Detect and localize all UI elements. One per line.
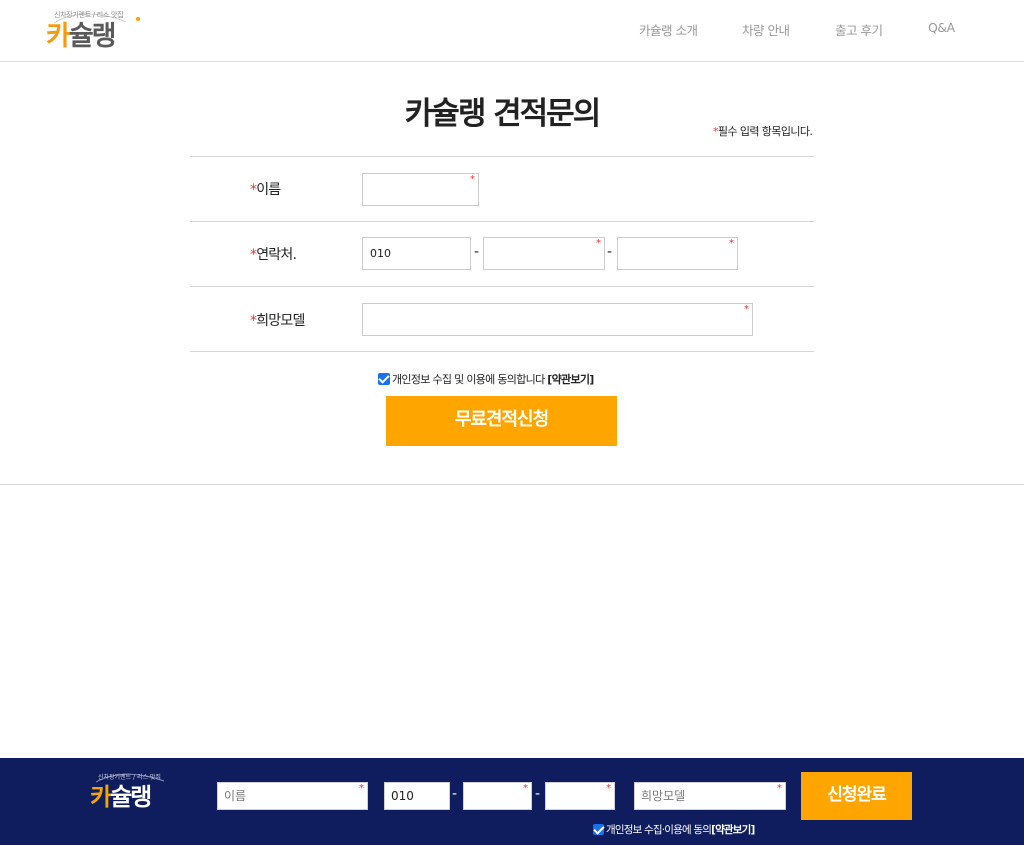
footer-logo[interactable]: 신차장기렌트 / 리스 맛집 카슐랭 xyxy=(90,772,180,814)
footer-model-input[interactable]: 희망모델 * xyxy=(634,782,786,810)
name-input[interactable]: * xyxy=(362,173,479,206)
phone-middle-input[interactable]: * xyxy=(483,237,605,270)
footer-logo-wordmark: 카슐랭 xyxy=(90,783,152,811)
site-header: 신차장기렌트 / 리스 맛집 카슐랭 카슐랭 소개 차량 안내 출고 후기 Q&… xyxy=(0,0,1024,62)
phone-last-input[interactable]: * xyxy=(617,237,738,270)
footer-logo-tagline: 신차장기렌트 / 리스 맛집 xyxy=(98,774,161,781)
phone-prefix-input[interactable]: 010 xyxy=(362,237,471,270)
phone-label: *연락처. xyxy=(250,247,297,263)
form-divider xyxy=(190,156,814,157)
model-label: *희망모델 xyxy=(250,313,305,329)
footer-submit-button[interactable]: 신청완료 xyxy=(801,772,912,820)
footer-privacy-consent: 개인정보 수집·이용에 동의[약관보기] xyxy=(593,823,755,837)
nav-item-vehicles[interactable]: 차량 안내 xyxy=(742,20,790,39)
site-logo[interactable]: 신차장기렌트 / 리스 맛집 카슐랭 xyxy=(46,10,146,56)
footer-phone-dash: - xyxy=(535,786,541,802)
form-divider xyxy=(190,286,814,287)
privacy-consent: 개인정보 수집 및 이용에 동의합니다 [약관보기] xyxy=(378,373,594,387)
footer-terms-link[interactable]: [약관보기] xyxy=(711,824,755,836)
footer-phone-middle-input[interactable]: * xyxy=(463,782,532,810)
section-divider xyxy=(0,484,1024,485)
terms-link[interactable]: [약관보기] xyxy=(547,373,594,386)
form-divider xyxy=(190,351,814,352)
model-input[interactable]: * xyxy=(362,303,753,336)
required-note: *필수 입력 항목입니다. xyxy=(713,125,813,138)
phone-dash: - xyxy=(607,244,613,260)
footer-consent-checkbox[interactable] xyxy=(593,824,604,835)
logo-wordmark: 카슐랭 xyxy=(46,21,117,52)
quick-quote-bar: 신차장기렌트 / 리스 맛집 카슐랭 이름 * 010 - * - * 희망모델 *… xyxy=(0,758,1024,845)
footer-name-input[interactable]: 이름 * xyxy=(217,782,368,810)
page-title: 카슐랭 견적문의 xyxy=(404,96,601,132)
consent-checkbox[interactable] xyxy=(378,373,390,385)
footer-phone-prefix-input[interactable]: 010 xyxy=(384,782,450,810)
logo-dot xyxy=(136,17,140,21)
nav-item-qna[interactable]: Q&A xyxy=(928,20,955,35)
logo-tagline: 신차장기렌트 / 리스 맛집 xyxy=(54,11,124,19)
nav-item-about[interactable]: 카슐랭 소개 xyxy=(639,20,698,39)
footer-phone-last-input[interactable]: * xyxy=(545,782,615,810)
form-divider xyxy=(190,221,814,222)
name-label: *이름 xyxy=(250,182,281,198)
phone-dash: - xyxy=(474,244,480,260)
nav-item-reviews[interactable]: 출고 후기 xyxy=(835,20,883,39)
footer-phone-dash: - xyxy=(452,786,458,802)
free-quote-button[interactable]: 무료견적신청 xyxy=(386,396,617,446)
